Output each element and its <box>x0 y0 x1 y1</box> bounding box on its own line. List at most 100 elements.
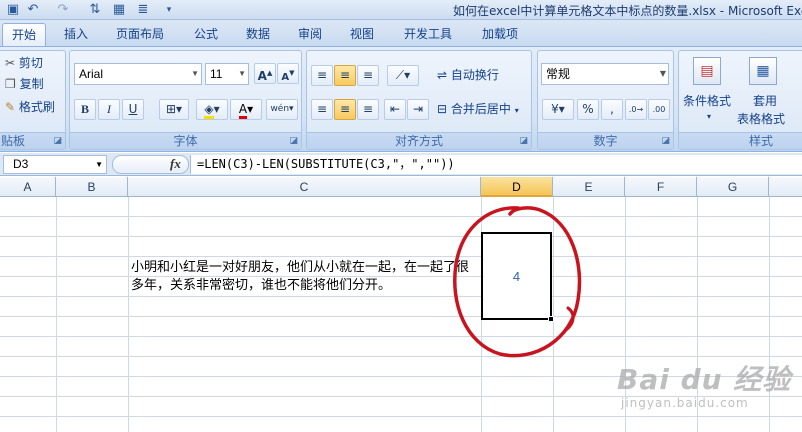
align-left-icon[interactable]: ≡ <box>311 99 333 120</box>
alignment-group: ≡ ≡ ≡ ⟋▾ ⇌ 自动换行 ≡ ≡ ≡ ⇤ ⇥ ⊟ 合并后居中 ▾ 对齐方式… <box>306 50 532 150</box>
scissors-icon: ✂ <box>5 56 16 70</box>
save-icon[interactable]: ▣ <box>4 2 22 18</box>
align-right-icon[interactable]: ≡ <box>357 99 379 120</box>
chevron-down-icon: ▼ <box>238 69 246 78</box>
grid-icon[interactable]: ▦ <box>110 2 128 18</box>
copy-icon: ❐ <box>5 77 16 91</box>
tab-formulas[interactable]: 公式 <box>186 23 226 46</box>
number-group: 常规 ▼ ¥▾ % , .0→ .00 数字 ◪ <box>537 50 674 150</box>
comma-button[interactable]: , <box>601 99 623 120</box>
wrap-text-icon: ⇌ <box>437 68 448 82</box>
decrease-decimal-icon[interactable]: .00 <box>648 99 670 120</box>
font-launcher-icon[interactable]: ◪ <box>289 136 298 146</box>
window-title: 如何在excel中计算单元格文本中标点的数量.xlsx - Microsoft … <box>453 4 802 18</box>
number-format-value: 常规 <box>546 67 571 81</box>
table-format-line2[interactable]: 表格格式 <box>737 109 785 129</box>
align-middle-icon[interactable]: ≡ <box>334 65 356 86</box>
gridline <box>56 197 57 432</box>
font-size-value: 11 <box>210 67 223 81</box>
merge-center-label: 合并后居中 <box>450 102 511 116</box>
name-box[interactable]: D3 ▼ <box>3 155 107 174</box>
column-header-b[interactable]: B <box>56 177 128 197</box>
clipboard-launcher-icon[interactable]: ◪ <box>53 136 62 146</box>
format-painter-label: 格式刷 <box>18 100 55 114</box>
table-format-icon[interactable]: ▦ <box>749 57 777 85</box>
bold-button[interactable]: B <box>74 99 96 120</box>
tab-developer[interactable]: 开发工具 <box>396 23 460 46</box>
percent-button[interactable]: % <box>577 99 599 120</box>
clipboard-group: ✂ 剪切 ❐ 复制 ✎ 格式刷 贴板 ◪ <box>0 50 66 150</box>
italic-button[interactable]: I <box>98 99 120 120</box>
number-launcher-icon[interactable]: ◪ <box>661 136 670 146</box>
styles-group-label: 样式 <box>679 132 802 149</box>
decrease-indent-icon[interactable]: ⇤ <box>384 99 406 120</box>
merge-cells-icon: ⊟ <box>437 102 448 116</box>
column-header-c[interactable]: C <box>128 177 481 197</box>
tab-view[interactable]: 视图 <box>342 23 382 46</box>
customize-qa-icon[interactable]: ▾ <box>160 2 178 18</box>
wrap-text-label: 自动换行 <box>450 68 499 82</box>
increase-indent-icon[interactable]: ⇥ <box>407 99 429 120</box>
column-header-f[interactable]: F <box>625 177 697 197</box>
ribbon: ✂ 剪切 ❐ 复制 ✎ 格式刷 贴板 ◪ Arial ▼ 11 ▼ A▲ A▼ B … <box>0 46 802 152</box>
currency-icon[interactable]: ¥▾ <box>542 99 574 120</box>
conditional-format-icon[interactable]: ▤ <box>693 57 721 85</box>
align-center-icon[interactable]: ≡ <box>334 99 356 120</box>
redo-icon[interactable]: ↷ <box>54 2 72 18</box>
cell-c3[interactable]: 小明和小红是一对好朋友，他们从小就在一起，在一起了很多年，关系非常密切，谁也不能… <box>131 259 481 295</box>
tab-home[interactable]: 开始 <box>2 23 46 46</box>
watermark-logo: Bai du 经验 <box>617 363 792 396</box>
chevron-down-icon: ▾ <box>707 112 712 121</box>
brush-icon: ✎ <box>5 100 16 114</box>
font-name-select[interactable]: Arial ▼ <box>74 63 202 85</box>
number-format-select[interactable]: 常规 ▼ <box>541 63 669 85</box>
border-icon[interactable]: ⊞▾ <box>159 99 189 120</box>
font-size-select[interactable]: 11 ▼ <box>205 63 249 85</box>
column-headers: A B C D E F G <box>0 177 802 197</box>
insert-function-icon[interactable]: fx <box>170 156 181 172</box>
tab-add-ins[interactable]: 加载项 <box>472 23 528 46</box>
name-box-value: D3 <box>13 157 29 171</box>
table-format-line1[interactable]: 套用 <box>753 91 777 111</box>
column-header-g[interactable]: G <box>697 177 769 197</box>
cut-button[interactable]: ✂ 剪切 <box>5 53 43 73</box>
copy-button[interactable]: ❐ 复制 <box>5 74 44 94</box>
chevron-down-icon: ▼ <box>95 160 103 169</box>
watermark: Bai du 经验 jingyan.baidu.com <box>617 358 791 410</box>
phonetic-icon[interactable]: wén▾ <box>266 99 298 120</box>
underline-button[interactable]: U <box>122 99 144 120</box>
tab-insert[interactable]: 插入 <box>56 23 96 46</box>
column-header-h[interactable] <box>769 177 802 197</box>
merge-center-button[interactable]: ⊟ 合并后居中 ▾ <box>437 99 519 119</box>
grow-font-icon[interactable]: A▲ <box>254 63 276 84</box>
tab-review[interactable]: 审阅 <box>290 23 330 46</box>
align-top-icon[interactable]: ≡ <box>311 65 333 86</box>
tab-page-layout[interactable]: 页面布局 <box>108 23 172 46</box>
fill-color-icon[interactable]: ◈▾ <box>196 99 228 120</box>
styles-group: ▤ 条件格式 ▾ ▦ 套用 表格格式 样式 <box>678 50 802 150</box>
formula-input[interactable]: =LEN(C3)-LEN(SUBSTITUTE(C3,"，","")) <box>190 155 802 174</box>
sort-icon[interactable]: ⇅ <box>86 2 104 18</box>
tab-data[interactable]: 数据 <box>238 23 278 46</box>
column-header-a[interactable]: A <box>0 177 56 197</box>
ribbon-tabs: 开始 插入 页面布局 公式 数据 审阅 视图 开发工具 加载项 <box>0 20 802 46</box>
column-header-e[interactable]: E <box>553 177 625 197</box>
copy-label: 复制 <box>19 77 44 91</box>
increase-decimal-icon[interactable]: .0→ <box>625 99 647 120</box>
font-group-label: 字体 <box>70 132 301 149</box>
format-painter-button[interactable]: ✎ 格式刷 <box>5 97 55 117</box>
undo-icon[interactable]: ↶ <box>24 2 42 18</box>
font-name-value: Arial <box>79 67 104 81</box>
watermark-url: jingyan.baidu.com <box>621 396 749 410</box>
list-icon[interactable]: ≣ <box>134 2 152 18</box>
font-color-icon[interactable]: A▾ <box>230 99 262 120</box>
gridline <box>128 197 129 432</box>
chevron-down-icon: ▼ <box>659 69 666 78</box>
alignment-launcher-icon[interactable]: ◪ <box>519 136 528 146</box>
align-bottom-icon[interactable]: ≡ <box>357 65 379 86</box>
font-group: Arial ▼ 11 ▼ A▲ A▼ B I U ⊞▾ ◈▾ A▾ wén▾ 字体 … <box>69 50 302 150</box>
orientation-icon[interactable]: ⟋▾ <box>387 65 419 86</box>
shrink-font-icon[interactable]: A▼ <box>277 63 299 84</box>
wrap-text-button[interactable]: ⇌ 自动换行 <box>437 65 499 85</box>
column-header-d[interactable]: D <box>481 177 553 197</box>
